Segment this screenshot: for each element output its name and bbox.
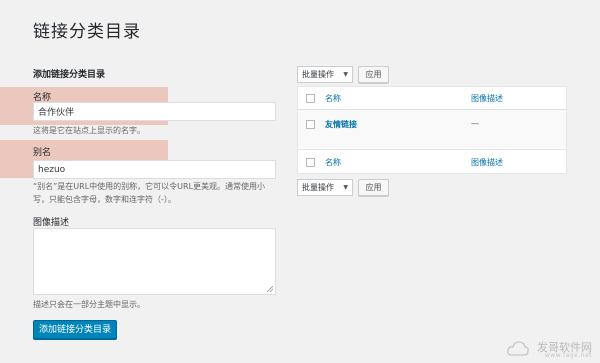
slug-label: 别名 [33,148,52,158]
cloud-icon [507,341,529,356]
column-footer-name[interactable]: 名称 [325,157,341,168]
name-hint: 这将是它在站点上显示的名字。 [33,126,145,135]
row-checkbox[interactable] [306,120,315,129]
bulk-action-select-bottom[interactable]: 批量操作 ▼ [297,179,353,196]
row-description: — [471,119,479,128]
slug-hint-line2: 写，只能包含字母，数字和连字符（-）。 [33,195,176,204]
chevron-down-icon: ▼ [343,71,348,78]
column-footer-description[interactable]: 图像描述 [471,157,503,168]
form-section-title: 添加链接分类目录 [33,70,106,80]
chevron-down-icon: ▼ [343,184,348,191]
table-header: 名称 图像描述 [298,87,566,110]
description-label: 图像描述 [33,218,70,228]
page-title: 链接分类目录 [33,22,141,42]
bulk-action-select-top[interactable]: 批量操作 ▼ [297,66,353,83]
select-all-checkbox-bottom[interactable] [306,158,315,167]
resize-grip-icon[interactable] [267,286,273,292]
column-header-name[interactable]: 名称 [325,93,341,104]
description-textarea[interactable] [33,228,276,295]
categories-table: 名称 图像描述 友情链接 — 名称 图像描述 [297,86,567,174]
watermark-url: www.fage.net [544,352,592,359]
apply-button-bottom[interactable]: 应用 [358,179,389,196]
table-footer: 名称 图像描述 [298,149,566,174]
select-all-checkbox-top[interactable] [306,94,315,103]
slug-input[interactable] [33,160,276,179]
apply-button-top[interactable]: 应用 [358,66,389,83]
description-hint: 描述只会在一部分主题中显示。 [33,300,145,309]
row-name-link[interactable]: 友情链接 [325,119,357,130]
name-input[interactable] [33,102,276,121]
watermark-logo: 发哥软件网 www.fage.net [506,335,596,361]
slug-hint-line1: “别名”是在URL中使用的别称，它可以令URL更美观。通常使用小 [33,182,266,191]
bulk-action-select-top-value: 批量操作 [302,70,334,79]
column-header-description[interactable]: 图像描述 [471,93,503,104]
bulk-action-select-bottom-value: 批量操作 [302,183,334,192]
add-category-button[interactable]: 添加链接分类目录 [33,320,117,339]
table-row: 友情链接 — [298,110,566,148]
